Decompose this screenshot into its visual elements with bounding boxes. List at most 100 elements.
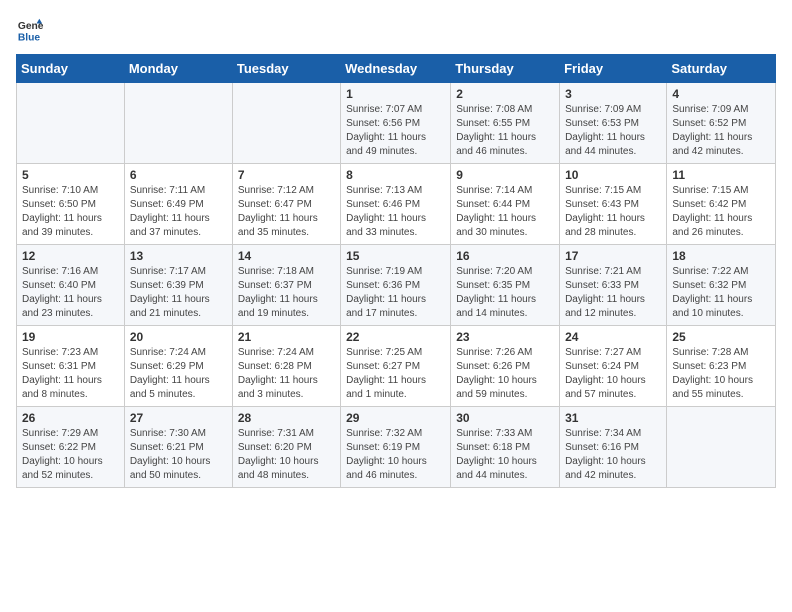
column-header-thursday: Thursday <box>451 55 560 83</box>
day-info: Sunrise: 7:15 AM Sunset: 6:42 PM Dayligh… <box>672 184 770 240</box>
day-info: Sunrise: 7:11 AM Sunset: 6:49 PM Dayligh… <box>130 184 227 240</box>
day-number: 14 <box>238 249 335 263</box>
day-number: 29 <box>346 411 445 425</box>
calendar-row: 26 Sunrise: 7:29 AM Sunset: 6:22 PM Dayli… <box>17 407 776 488</box>
calendar-cell: 14 Sunrise: 7:18 AM Sunset: 6:37 PM Dayli… <box>232 245 340 326</box>
day-info: Sunrise: 7:16 AM Sunset: 6:40 PM Dayligh… <box>22 265 119 321</box>
column-header-wednesday: Wednesday <box>341 55 451 83</box>
day-number: 13 <box>130 249 227 263</box>
calendar-cell <box>667 407 776 488</box>
day-number: 15 <box>346 249 445 263</box>
day-info: Sunrise: 7:30 AM Sunset: 6:21 PM Dayligh… <box>130 427 227 483</box>
calendar-cell: 19 Sunrise: 7:23 AM Sunset: 6:31 PM Dayli… <box>17 326 125 407</box>
page-header: General Blue <box>16 16 776 44</box>
calendar-row: 12 Sunrise: 7:16 AM Sunset: 6:40 PM Dayli… <box>17 245 776 326</box>
day-number: 20 <box>130 330 227 344</box>
calendar-cell: 16 Sunrise: 7:20 AM Sunset: 6:35 PM Dayli… <box>451 245 560 326</box>
header-row: SundayMondayTuesdayWednesdayThursdayFrid… <box>17 55 776 83</box>
day-number: 8 <box>346 168 445 182</box>
column-header-sunday: Sunday <box>17 55 125 83</box>
calendar-row: 1 Sunrise: 7:07 AM Sunset: 6:56 PM Daylig… <box>17 83 776 164</box>
calendar-cell: 21Sunrise: 7:24 AM Sunset: 6:28 PM Dayli… <box>232 326 340 407</box>
day-number: 1 <box>346 87 445 101</box>
calendar-cell: 4 Sunrise: 7:09 AM Sunset: 6:52 PM Daylig… <box>667 83 776 164</box>
day-number: 18 <box>672 249 770 263</box>
day-number: 16 <box>456 249 554 263</box>
day-info: Sunrise: 7:20 AM Sunset: 6:35 PM Dayligh… <box>456 265 554 321</box>
calendar-cell: 9 Sunrise: 7:14 AM Sunset: 6:44 PM Daylig… <box>451 164 560 245</box>
day-info: Sunrise: 7:12 AM Sunset: 6:47 PM Dayligh… <box>238 184 335 240</box>
calendar-cell: 3Sunrise: 7:09 AM Sunset: 6:53 PM Daylig… <box>560 83 667 164</box>
calendar-cell: 15 Sunrise: 7:19 AM Sunset: 6:36 PM Dayli… <box>341 245 451 326</box>
day-number: 10 <box>565 168 661 182</box>
day-number: 7 <box>238 168 335 182</box>
day-info: Sunrise: 7:28 AM Sunset: 6:23 PM Dayligh… <box>672 346 770 402</box>
calendar-cell <box>124 83 232 164</box>
day-number: 28 <box>238 411 335 425</box>
calendar-cell: 28 Sunrise: 7:31 AM Sunset: 6:20 PM Dayli… <box>232 407 340 488</box>
column-header-tuesday: Tuesday <box>232 55 340 83</box>
calendar-cell: 8 Sunrise: 7:13 AM Sunset: 6:46 PM Daylig… <box>341 164 451 245</box>
day-info: Sunrise: 7:19 AM Sunset: 6:36 PM Dayligh… <box>346 265 445 321</box>
calendar-cell: 24 Sunrise: 7:27 AM Sunset: 6:24 PM Dayli… <box>560 326 667 407</box>
day-number: 9 <box>456 168 554 182</box>
calendar-cell: 10 Sunrise: 7:15 AM Sunset: 6:43 PM Dayli… <box>560 164 667 245</box>
calendar-cell: 31Sunrise: 7:34 AM Sunset: 6:16 PM Dayli… <box>560 407 667 488</box>
day-info: Sunrise: 7:23 AM Sunset: 6:31 PM Dayligh… <box>22 346 119 402</box>
column-header-saturday: Saturday <box>667 55 776 83</box>
logo-icon: General Blue <box>16 16 44 44</box>
day-number: 2 <box>456 87 554 101</box>
day-number: 30 <box>456 411 554 425</box>
calendar-cell: 7 Sunrise: 7:12 AM Sunset: 6:47 PM Daylig… <box>232 164 340 245</box>
calendar-cell: 12 Sunrise: 7:16 AM Sunset: 6:40 PM Dayli… <box>17 245 125 326</box>
day-number: 17 <box>565 249 661 263</box>
calendar-cell: 11 Sunrise: 7:15 AM Sunset: 6:42 PM Dayli… <box>667 164 776 245</box>
day-info: Sunrise: 7:33 AM Sunset: 6:18 PM Dayligh… <box>456 427 554 483</box>
day-info: Sunrise: 7:08 AM Sunset: 6:55 PM Dayligh… <box>456 103 554 159</box>
day-info: Sunrise: 7:07 AM Sunset: 6:56 PM Dayligh… <box>346 103 445 159</box>
day-info: Sunrise: 7:17 AM Sunset: 6:39 PM Dayligh… <box>130 265 227 321</box>
day-number: 5 <box>22 168 119 182</box>
day-info: Sunrise: 7:13 AM Sunset: 6:46 PM Dayligh… <box>346 184 445 240</box>
day-info: Sunrise: 7:18 AM Sunset: 6:37 PM Dayligh… <box>238 265 335 321</box>
day-info: Sunrise: 7:22 AM Sunset: 6:32 PM Dayligh… <box>672 265 770 321</box>
day-info: Sunrise: 7:32 AM Sunset: 6:19 PM Dayligh… <box>346 427 445 483</box>
calendar-cell: 1 Sunrise: 7:07 AM Sunset: 6:56 PM Daylig… <box>341 83 451 164</box>
day-info: Sunrise: 7:14 AM Sunset: 6:44 PM Dayligh… <box>456 184 554 240</box>
day-number: 4 <box>672 87 770 101</box>
day-number: 11 <box>672 168 770 182</box>
day-number: 21 <box>238 330 335 344</box>
logo: General Blue <box>16 16 48 44</box>
day-number: 6 <box>130 168 227 182</box>
calendar-cell: 18 Sunrise: 7:22 AM Sunset: 6:32 PM Dayli… <box>667 245 776 326</box>
calendar-table: SundayMondayTuesdayWednesdayThursdayFrid… <box>16 54 776 488</box>
day-number: 25 <box>672 330 770 344</box>
calendar-cell: 27 Sunrise: 7:30 AM Sunset: 6:21 PM Dayli… <box>124 407 232 488</box>
day-number: 31 <box>565 411 661 425</box>
day-number: 27 <box>130 411 227 425</box>
calendar-row: 5Sunrise: 7:10 AM Sunset: 6:50 PM Daylig… <box>17 164 776 245</box>
calendar-cell: 13 Sunrise: 7:17 AM Sunset: 6:39 PM Dayli… <box>124 245 232 326</box>
calendar-cell: 20 Sunrise: 7:24 AM Sunset: 6:29 PM Dayli… <box>124 326 232 407</box>
day-info: Sunrise: 7:29 AM Sunset: 6:22 PM Dayligh… <box>22 427 119 483</box>
calendar-cell: 23Sunrise: 7:26 AM Sunset: 6:26 PM Dayli… <box>451 326 560 407</box>
day-info: Sunrise: 7:27 AM Sunset: 6:24 PM Dayligh… <box>565 346 661 402</box>
day-info: Sunrise: 7:09 AM Sunset: 6:52 PM Dayligh… <box>672 103 770 159</box>
column-header-friday: Friday <box>560 55 667 83</box>
calendar-cell: 29 Sunrise: 7:32 AM Sunset: 6:19 PM Dayli… <box>341 407 451 488</box>
calendar-cell: 25 Sunrise: 7:28 AM Sunset: 6:23 PM Dayli… <box>667 326 776 407</box>
day-info: Sunrise: 7:15 AM Sunset: 6:43 PM Dayligh… <box>565 184 661 240</box>
day-info: Sunrise: 7:26 AM Sunset: 6:26 PM Dayligh… <box>456 346 554 402</box>
day-number: 22 <box>346 330 445 344</box>
day-info: Sunrise: 7:21 AM Sunset: 6:33 PM Dayligh… <box>565 265 661 321</box>
day-number: 12 <box>22 249 119 263</box>
day-number: 26 <box>22 411 119 425</box>
day-number: 24 <box>565 330 661 344</box>
day-number: 19 <box>22 330 119 344</box>
day-info: Sunrise: 7:24 AM Sunset: 6:29 PM Dayligh… <box>130 346 227 402</box>
day-info: Sunrise: 7:31 AM Sunset: 6:20 PM Dayligh… <box>238 427 335 483</box>
day-info: Sunrise: 7:25 AM Sunset: 6:27 PM Dayligh… <box>346 346 445 402</box>
calendar-cell <box>17 83 125 164</box>
calendar-cell <box>232 83 340 164</box>
svg-text:Blue: Blue <box>18 32 41 43</box>
